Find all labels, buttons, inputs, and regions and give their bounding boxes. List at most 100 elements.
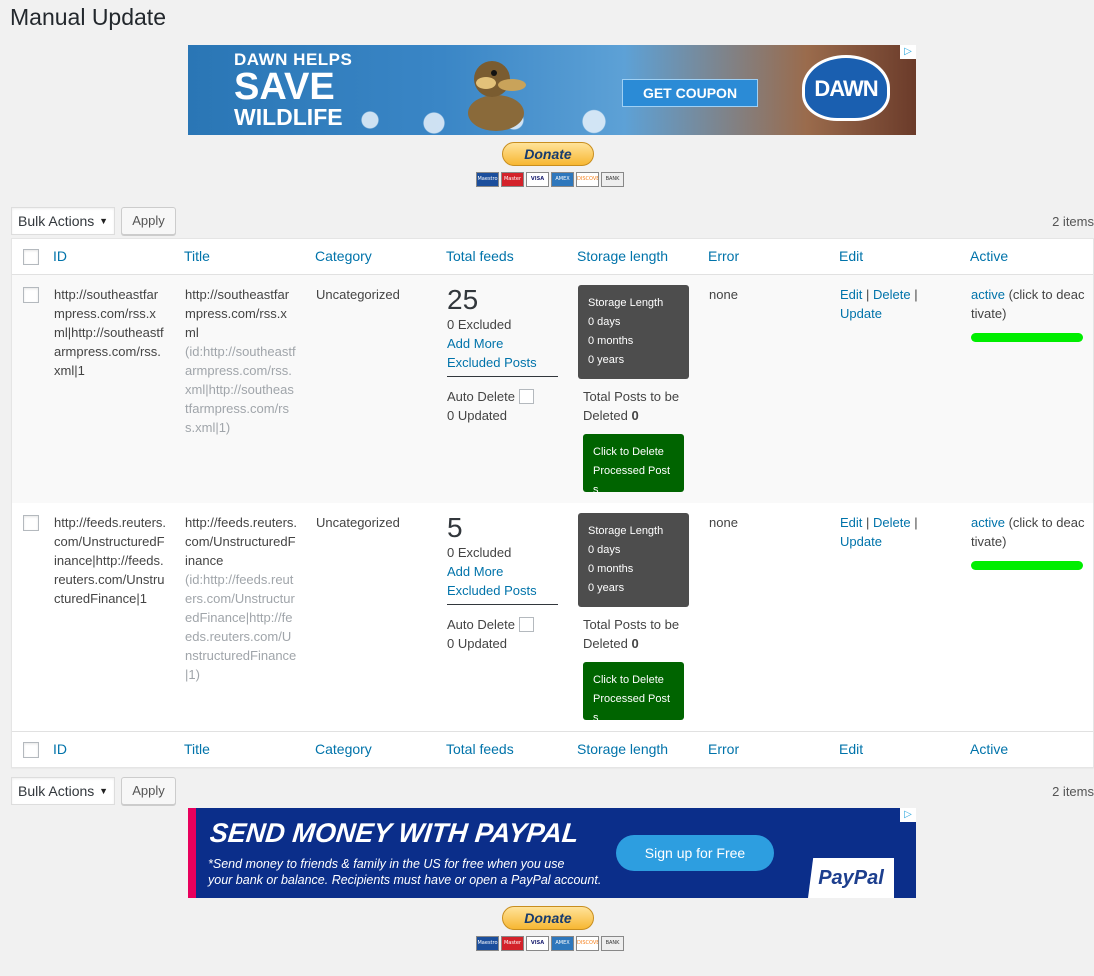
column-id[interactable]: ID [53, 248, 67, 264]
mastercard-icon: Master [501, 172, 524, 187]
storage-years: 0 years [588, 354, 625, 366]
ad-stripe [188, 808, 196, 898]
column-error[interactable]: Error [708, 248, 739, 264]
ad-subtext-line2: your bank or balance. Recipients must ha… [208, 873, 602, 887]
row-title-cell: http://feeds.reuters.com/UnstructuredFin… [185, 513, 297, 684]
auto-delete-checkbox[interactable] [518, 617, 534, 632]
edit-link[interactable]: Edit [840, 287, 862, 302]
add-more-link[interactable]: Add More [447, 334, 559, 353]
discover-card-icon: DISCOVER [576, 936, 599, 951]
active-status-bar [971, 333, 1083, 342]
table-header: ID Title Category Total feeds Storage le… [12, 239, 1093, 275]
dawn-ad-banner[interactable]: DAWN HELPS SAVE WILDLIFE GET COUPON DAWN… [188, 45, 916, 135]
row-storage-cell: Storage Length 0 days 0 months 0 years T… [578, 285, 703, 496]
column-edit[interactable]: Edit [839, 248, 863, 264]
bulk-actions-select-bottom[interactable]: Bulk Actions ▼ [11, 777, 115, 805]
auto-delete-label: Auto Delete [447, 389, 515, 404]
sign-up-button[interactable]: Sign up for Free [616, 835, 774, 871]
divider [447, 604, 558, 605]
delete-processed-posts-button[interactable]: Click to Delete Processed Posts [583, 434, 684, 496]
storage-length-box: Storage Length 0 days 0 months 0 years [578, 513, 689, 607]
column-storage-length[interactable]: Storage length [577, 741, 668, 757]
donate-widget-bottom: Donate Maestro Master VISA AMEX DISCOVER… [476, 906, 624, 954]
row-error: none [709, 515, 738, 530]
items-count: 2 items [1052, 214, 1094, 229]
feeds-table: ID Title Category Total feeds Storage le… [11, 238, 1094, 768]
row-error: none [709, 287, 738, 302]
excluded-posts-link[interactable]: Excluded Posts [447, 581, 559, 600]
apply-button[interactable]: Apply [121, 207, 176, 235]
delete-btn-line2: Processed Posts [593, 693, 671, 724]
items-count: 2 items [1052, 784, 1094, 799]
row-total-feeds-cell: 5 0 Excluded Add More Excluded Posts Aut… [447, 513, 559, 653]
posts-to-delete-count: 0 [631, 636, 639, 651]
delete-btn-line1: Click to Delete [593, 674, 664, 686]
ad-line2: SAVE [234, 66, 335, 108]
ad-subtext-line1: *Send money to friends & family in the U… [208, 857, 565, 871]
add-more-link[interactable]: Add More [447, 562, 559, 581]
separator: | [914, 515, 918, 530]
ad-title: SEND MONEY WITH PAYPAL [208, 818, 581, 848]
column-category[interactable]: Category [315, 741, 372, 757]
excluded-count: 0 Excluded [447, 317, 512, 332]
column-error[interactable]: Error [708, 741, 739, 757]
column-active[interactable]: Active [970, 248, 1008, 264]
column-active[interactable]: Active [970, 741, 1008, 757]
column-storage-length[interactable]: Storage length [577, 248, 668, 264]
apply-button-bottom[interactable]: Apply [121, 777, 176, 805]
row-id: http://southeastfarmpress.com/rss.xml|ht… [54, 287, 164, 378]
delete-link[interactable]: Delete [873, 287, 911, 302]
row-id: http://feeds.reuters.com/UnstructuredFin… [54, 515, 167, 606]
row-category: Uncategorized [316, 287, 400, 302]
row-storage-cell: Storage Length 0 days 0 months 0 years T… [578, 513, 703, 724]
column-category[interactable]: Category [315, 248, 372, 264]
payment-cards: Maestro Master VISA AMEX DISCOVER BANK [476, 172, 624, 187]
dropdown-arrow-icon: ▼ [99, 216, 108, 226]
active-toggle-link[interactable]: active [971, 287, 1005, 302]
delete-link[interactable]: Delete [873, 515, 911, 530]
active-toggle-link[interactable]: active [971, 515, 1005, 530]
bulk-actions-label: Bulk Actions [18, 783, 95, 799]
donate-button[interactable]: Donate [502, 906, 594, 930]
bank-icon: BANK [601, 936, 624, 951]
excluded-posts-link[interactable]: Excluded Posts [447, 353, 559, 372]
adchoices-icon[interactable]: ▷ [900, 45, 916, 59]
excluded-count: 0 Excluded [447, 545, 512, 560]
ad-headline: DAWN HELPS SAVE WILDLIFE [234, 51, 352, 129]
adchoices-icon[interactable]: ▷ [900, 808, 916, 822]
get-coupon-button[interactable]: GET COUPON [622, 79, 758, 107]
maestro-card-icon: Maestro [476, 936, 499, 951]
delete-processed-posts-button[interactable]: Click to Delete Processed Posts [583, 662, 684, 724]
deleted-label: Deleted [583, 636, 628, 651]
amex-card-icon: AMEX [551, 936, 574, 951]
bulk-actions-select[interactable]: Bulk Actions ▼ [11, 207, 115, 235]
select-all-checkbox[interactable] [23, 249, 39, 265]
edit-link[interactable]: Edit [840, 515, 862, 530]
update-link[interactable]: Update [840, 534, 882, 549]
row-title: http://southeastfarmpress.com/rss.xml [185, 287, 290, 340]
column-title[interactable]: Title [184, 248, 210, 264]
column-title[interactable]: Title [184, 741, 210, 757]
row-checkbox[interactable] [23, 515, 39, 531]
paypal-ad-banner[interactable]: SEND MONEY WITH PAYPAL *Send money to fr… [188, 808, 916, 898]
storage-title: Storage Length [588, 525, 664, 537]
delete-btn-line2: Processed Posts [593, 465, 671, 496]
select-all-checkbox-footer[interactable] [23, 742, 39, 758]
donate-button[interactable]: Donate [502, 142, 594, 166]
row-title-cell: http://southeastfarmpress.com/rss.xml (i… [185, 285, 297, 437]
column-edit[interactable]: Edit [839, 741, 863, 757]
storage-days: 0 days [588, 544, 621, 556]
column-total-feeds[interactable]: Total feeds [446, 248, 514, 264]
row-edit-cell: Edit | Delete | Update [840, 513, 952, 551]
auto-delete-checkbox[interactable] [518, 389, 534, 404]
update-link[interactable]: Update [840, 306, 882, 321]
column-id[interactable]: ID [53, 741, 67, 757]
storage-title: Storage Length [588, 297, 664, 309]
table-row: http://southeastfarmpress.com/rss.xml | ht… [12, 275, 1093, 503]
row-title-meta: (id:http://southeastfarmpress.com/rss.xm… [185, 344, 296, 435]
payment-cards: Maestro Master VISA AMEX DISCOVER BANK [476, 936, 624, 951]
column-total-feeds[interactable]: Total feeds [446, 741, 514, 757]
visa-card-icon: VISA [526, 172, 549, 187]
auto-delete-row: Auto Delete [447, 615, 559, 634]
row-checkbox[interactable] [23, 287, 39, 303]
